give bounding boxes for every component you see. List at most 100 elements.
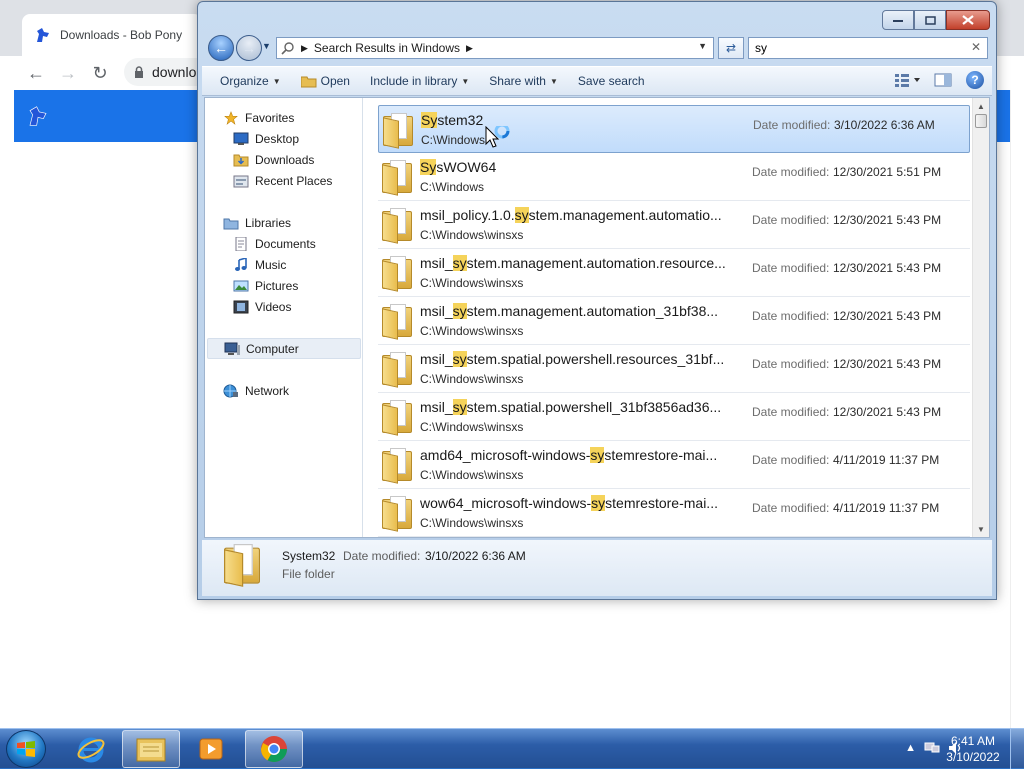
result-name: amd64_microsoft-windows-systemrestore-ma… [420, 447, 740, 463]
recent-places-icon [233, 175, 249, 187]
folder-icon [382, 496, 412, 532]
breadcrumb-chevron-icon[interactable]: ▶ [301, 43, 308, 54]
results-scrollbar[interactable]: ▲ ▼ [972, 98, 989, 537]
media-player-icon [199, 738, 223, 760]
start-button[interactable] [6, 730, 46, 768]
star-icon [224, 110, 238, 125]
refresh-button[interactable]: ⇄ [718, 37, 744, 59]
breadcrumb[interactable]: Search Results in Windows [314, 41, 460, 55]
result-name-suffix: stem.spatial.powershell_31bf3856ad36... [466, 399, 722, 415]
chrome-tab[interactable]: Downloads - Bob Pony [22, 14, 202, 56]
nav-music[interactable]: Music [233, 254, 286, 275]
chevron-down-icon: ▼ [461, 76, 470, 86]
result-name: SysWOW64 [420, 159, 740, 175]
result-row[interactable]: msil_system.spatial.powershell.resources… [378, 345, 970, 393]
result-date-label: Date modified: [752, 453, 830, 467]
nav-downloads[interactable]: Downloads [233, 149, 314, 170]
nav-documents[interactable]: Documents [233, 233, 316, 254]
search-match-highlight: sy [514, 207, 529, 223]
libraries-icon [223, 218, 239, 229]
address-bar[interactable]: ▶ Search Results in Windows ▶ ▼ [276, 37, 714, 59]
nav-network-label: Network [245, 383, 290, 398]
recent-pages-dropdown[interactable]: ▼ [262, 41, 271, 51]
result-name-prefix: msil_ [420, 399, 453, 415]
taskbar-media-player[interactable] [182, 730, 240, 768]
nav-favorites[interactable]: Favorites [223, 107, 294, 128]
help-icon[interactable]: ? [966, 71, 984, 89]
minimize-button[interactable] [882, 10, 914, 30]
open-label: Open [320, 74, 350, 88]
show-hidden-icons-icon[interactable]: ▲ [905, 742, 916, 754]
scroll-down-icon[interactable]: ▼ [973, 521, 989, 537]
organize-label: Organize [220, 74, 269, 88]
forward-button[interactable]: → [236, 35, 262, 61]
windows-logo-icon [17, 741, 35, 757]
taskbar-internet-explorer[interactable] [62, 730, 120, 768]
nav-recent-places[interactable]: Recent Places [233, 170, 332, 191]
address-dropdown-icon[interactable]: ▼ [698, 41, 707, 51]
navigation-pane: Favorites Desktop Downloads Recent Place… [205, 98, 363, 537]
arrow-left-icon[interactable]: ← [20, 58, 52, 88]
taskbar-windows-explorer[interactable] [122, 730, 180, 768]
organize-button[interactable]: Organize ▼ [210, 74, 291, 88]
result-row[interactable]: amd64_microsoft-windows-systemrestore-ma… [378, 441, 970, 489]
chrome-scrollbar[interactable] [1010, 90, 1024, 728]
save-search-button[interactable]: Save search [568, 74, 655, 88]
nav-network[interactable]: Network [223, 380, 289, 401]
show-desktop-button[interactable] [1010, 729, 1024, 769]
clock-date: 3/10/2022 [946, 750, 1000, 764]
preview-pane-icon[interactable] [934, 73, 952, 87]
result-path: C:\Windows [420, 180, 485, 194]
result-name: msil_system.spatial.powershell_31bf3856a… [420, 399, 740, 415]
nav-desktop[interactable]: Desktop [233, 128, 299, 149]
address-row: ← → ▼ ▶ Search Results in Windows ▶ ▼ ⇄ … [206, 33, 990, 63]
result-row[interactable]: msil_system.management.automation_31bf38… [378, 297, 970, 345]
include-in-library-button[interactable]: Include in library ▼ [360, 74, 479, 88]
pictures-icon [233, 280, 249, 291]
explorer-window: ← → ▼ ▶ Search Results in Windows ▶ ▼ ⇄ … [197, 1, 997, 600]
result-name-prefix: wow64_microsoft-windows- [420, 495, 592, 511]
nav-videos-label: Videos [255, 299, 292, 314]
result-name: msil_system.management.automation.resour… [420, 255, 740, 271]
clock[interactable]: 6:41 AM 3/10/2022 [940, 733, 1006, 765]
content-area: Favorites Desktop Downloads Recent Place… [204, 97, 990, 538]
nav-videos[interactable]: Videos [233, 296, 291, 317]
search-match-highlight: sy [452, 255, 467, 271]
open-button[interactable]: Open [291, 74, 360, 88]
close-button[interactable] [946, 10, 990, 30]
change-view-icon[interactable] [894, 73, 920, 87]
taskbar-chrome[interactable] [245, 730, 303, 768]
search-match-highlight: sy [452, 399, 467, 415]
result-row[interactable]: msil_system.spatial.powershell_31bf3856a… [378, 393, 970, 441]
share-with-button[interactable]: Share with ▼ [479, 74, 568, 88]
documents-icon [235, 236, 247, 251]
nav-pictures[interactable]: Pictures [233, 275, 298, 296]
breadcrumb-chevron-icon[interactable]: ▶ [466, 43, 473, 54]
nav-libraries[interactable]: Libraries [223, 212, 291, 233]
search-input[interactable]: sy ✕ [748, 37, 988, 59]
arrow-right-icon[interactable]: → [52, 58, 84, 88]
result-date: 12/30/2021 5:43 PM [833, 213, 942, 227]
reload-icon[interactable]: ↻ [84, 58, 116, 88]
result-row[interactable]: msil_system.management.automation.resour… [378, 249, 970, 297]
maximize-button[interactable] [914, 10, 946, 30]
chrome-url-text: downlo [152, 64, 197, 80]
result-name-suffix: sWOW64 [436, 159, 497, 175]
clear-search-icon[interactable]: ✕ [971, 40, 981, 54]
result-date-label: Date modified: [752, 261, 830, 275]
search-icon [281, 42, 294, 55]
result-row[interactable]: SysWOW64 C:\Windows Date modified: 12/30/20… [378, 153, 970, 201]
result-date-label: Date modified: [752, 309, 830, 323]
details-type: File folder [282, 567, 335, 581]
result-row[interactable]: System32 C:\Windows Date modified: 3/10/202… [378, 105, 970, 153]
result-row[interactable]: wow64_microsoft-windows-systemrestore-ma… [378, 489, 970, 537]
result-name-suffix: stemrestore-mai... [604, 447, 718, 463]
nav-computer[interactable]: Computer [207, 338, 361, 359]
result-date: 12/30/2021 5:43 PM [833, 405, 942, 419]
scroll-up-icon[interactable]: ▲ [973, 98, 989, 114]
back-button[interactable]: ← [208, 35, 234, 61]
network-status-icon[interactable] [924, 741, 940, 755]
result-row[interactable]: msil_policy.1.0.system.management.automa… [378, 201, 970, 249]
result-date: 12/30/2021 5:43 PM [833, 357, 942, 371]
scrollbar-thumb[interactable] [975, 114, 987, 128]
